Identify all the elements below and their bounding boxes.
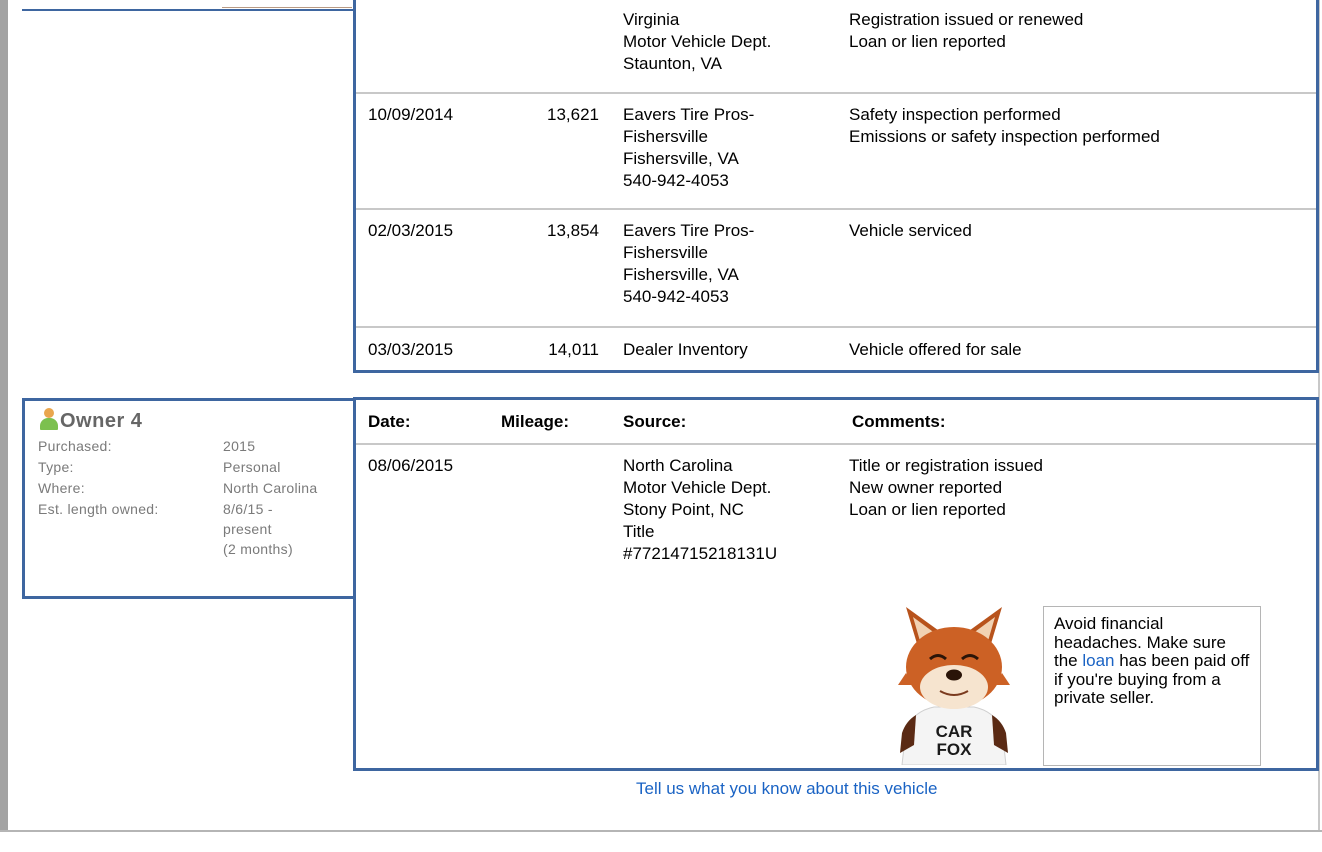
mileage-cell: 14,011 — [548, 340, 599, 359]
mascot-shirt-line2: FOX — [937, 740, 973, 759]
source-cell: Virginia Motor Vehicle Dept. Staunton, V… — [623, 9, 771, 75]
financial-tip-box: Avoid financial headaches. Make sure the… — [1043, 606, 1261, 766]
source-cell: Eavers Tire Pros- Fishersville Fishersvi… — [623, 104, 754, 192]
loan-link[interactable]: loan — [1082, 651, 1114, 670]
table-row: Virginia Motor Vehicle Dept. Staunton, V… — [356, 0, 1316, 92]
person-icon — [39, 407, 59, 431]
comment-line: Loan or lien reported — [849, 32, 1006, 51]
previous-owner-summary-box — [22, 0, 353, 11]
source-line: 540-942-4053 — [623, 171, 729, 190]
comments-cell: Registration issued or renewed Loan or l… — [849, 9, 1083, 53]
comments-cell: Title or registration issued New owner r… — [849, 455, 1043, 521]
source-line: Dealer Inventory — [623, 340, 748, 359]
length-line: present — [223, 521, 272, 537]
comment-line: Emissions or safety inspection performed — [849, 127, 1160, 146]
source-line: Motor Vehicle Dept. — [623, 32, 772, 51]
where-label: Where: — [38, 480, 85, 496]
comment-line: Title or registration issued — [849, 456, 1044, 475]
source-line: Fishersville, VA — [623, 265, 739, 284]
comment-line: New owner reported — [849, 478, 1003, 497]
header-source: Source: — [623, 412, 687, 431]
header-mileage: Mileage: — [501, 412, 570, 431]
carfox-mascot-icon: CAR FOX — [898, 607, 1010, 765]
length-owned-value: 8/6/15 - present (2 months) — [223, 499, 353, 559]
owner-title: Owner 4 — [39, 407, 142, 433]
comment-line: Safety inspection performed — [849, 105, 1061, 124]
owner-title-text: Owner 4 — [60, 410, 143, 432]
source-line: Staunton, VA — [623, 54, 722, 73]
comments-cell: Safety inspection performed Emissions or… — [849, 104, 1160, 148]
table-header: Date: Mileage: Source: Comments: — [356, 400, 1316, 445]
where-value: North Carolina — [223, 480, 318, 496]
table-row: 08/06/2015 North Carolina Motor Vehicle … — [356, 445, 1316, 595]
tell-us-link[interactable]: Tell us what you know about this vehicle — [636, 778, 937, 800]
owner4-summary: Owner 4 Purchased: 2015 Type: Personal W… — [22, 398, 356, 599]
owner3-history-table: Virginia Motor Vehicle Dept. Staunton, V… — [353, 0, 1319, 373]
table-row: 03/03/2015 14,011 Dealer Inventory Vehic… — [356, 326, 1316, 372]
source-line: Stony Point, NC — [623, 500, 744, 519]
date-cell: 02/03/2015 — [368, 221, 454, 240]
mileage-cell: 13,854 — [547, 221, 599, 240]
table-row: 10/09/2014 13,621 Eavers Tire Pros- Fish… — [356, 92, 1316, 210]
length-line: 8/6/15 - — [223, 501, 273, 517]
comment-line: Vehicle serviced — [849, 221, 972, 240]
comments-cell: Vehicle serviced — [849, 220, 972, 242]
type-value: Personal — [223, 459, 281, 475]
header-comments: Comments: — [852, 412, 946, 431]
source-cell: North Carolina Motor Vehicle Dept. Stony… — [623, 455, 777, 565]
table-row: 02/03/2015 13,854 Eavers Tire Pros- Fish… — [356, 208, 1316, 328]
length-owned-label: Est. length owned: — [38, 501, 159, 517]
comment-line: Loan or lien reported — [849, 500, 1006, 519]
source-line: Fishersville — [623, 127, 709, 146]
owner4-history-table: Date: Mileage: Source: Comments: 08/06/2… — [353, 397, 1319, 771]
comment-line: Vehicle offered for sale — [849, 340, 1022, 359]
comment-line: Registration issued or renewed — [849, 10, 1084, 29]
header-date: Date: — [368, 412, 411, 431]
source-cell: Eavers Tire Pros- Fishersville Fishersvi… — [623, 220, 754, 308]
length-line: (2 months) — [223, 541, 293, 557]
mileage-cell: 13,621 — [547, 105, 599, 124]
type-label: Type: — [38, 459, 74, 475]
comments-cell: Vehicle offered for sale — [849, 339, 1022, 361]
source-line: Fishersville, VA — [623, 149, 739, 168]
source-cell: Dealer Inventory — [623, 339, 748, 361]
purchased-label: Purchased: — [38, 438, 112, 454]
date-cell: 08/06/2015 — [368, 456, 454, 475]
source-line: Title — [623, 522, 655, 541]
mascot-shirt-line1: CAR — [936, 722, 973, 741]
source-line: #77214715218131U — [623, 544, 778, 563]
page-bottom-rule — [0, 830, 1322, 832]
purchased-value: 2015 — [223, 438, 256, 454]
source-line: North Carolina — [623, 456, 733, 475]
source-line: Fishersville — [623, 243, 709, 262]
source-line: Motor Vehicle Dept. — [623, 478, 772, 497]
previous-owner-image-sliver — [222, 0, 352, 8]
source-line: Virginia — [623, 10, 680, 29]
date-cell: 10/09/2014 — [368, 105, 454, 124]
page-left-rule — [0, 0, 8, 832]
source-line: 540-942-4053 — [623, 287, 729, 306]
source-line: Eavers Tire Pros- — [623, 105, 755, 124]
source-line: Eavers Tire Pros- — [623, 221, 755, 240]
date-cell: 03/03/2015 — [368, 340, 454, 359]
